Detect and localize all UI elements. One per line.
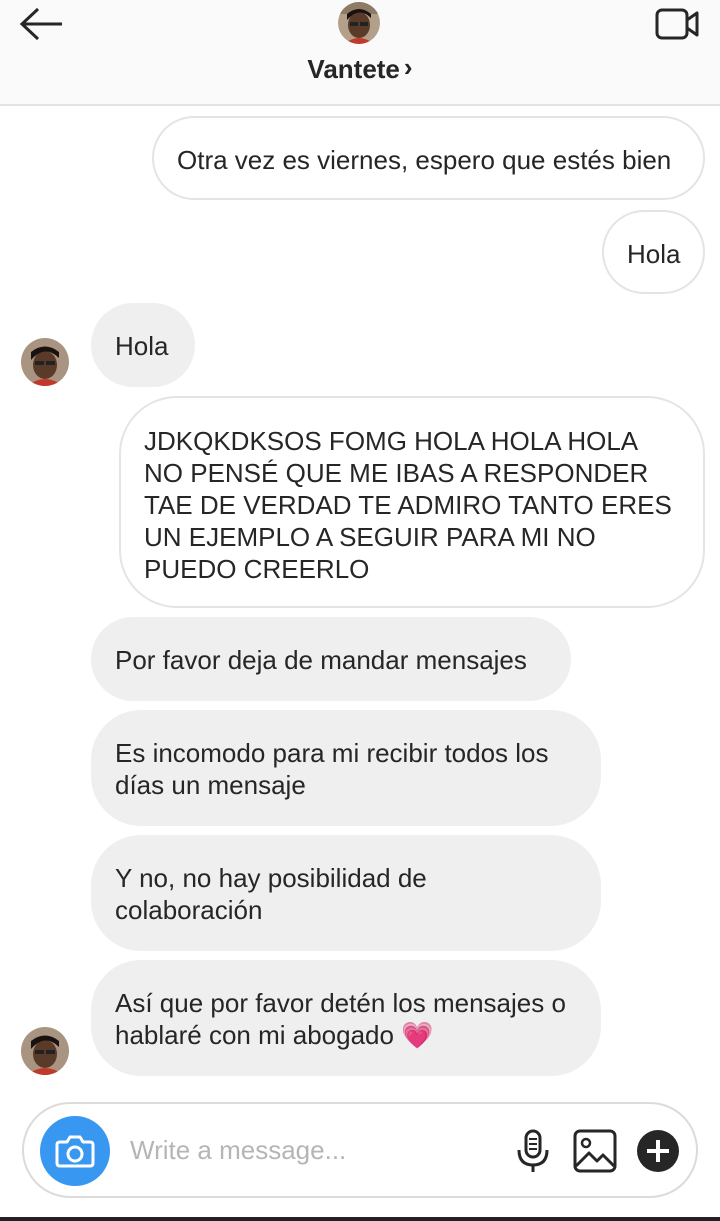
contact-name-button[interactable]: Vantete › — [0, 52, 720, 85]
contact-avatar-small[interactable] — [21, 338, 69, 386]
avatar-image — [21, 1027, 69, 1075]
message-bubble-received[interactable]: Y no, no hay posibilidad de colaboración — [91, 835, 601, 951]
gallery-button[interactable] — [572, 1128, 618, 1174]
contact-name: Vantete — [307, 54, 400, 84]
avatar-image — [21, 338, 69, 386]
plus-icon — [637, 1130, 679, 1172]
message-text: Es incomodo para mi recibir todos los dí… — [115, 738, 549, 800]
video-camera-icon — [655, 8, 699, 40]
microphone-icon — [517, 1129, 549, 1172]
message-bubble-received[interactable]: Por favor deja de mandar mensajes — [91, 617, 571, 701]
message-input[interactable] — [130, 1130, 500, 1170]
contact-avatar-small[interactable] — [21, 1027, 69, 1075]
arrow-left-icon — [19, 7, 62, 41]
message-bubble-sent[interactable]: Otra vez es viernes, espero que estés bi… — [152, 116, 705, 200]
message-text: Hola — [627, 239, 681, 269]
message-text: JDKQKDKSOS FOMG HOLA HOLA HOLA NO PENSÉ … — [144, 426, 672, 584]
message-bubble-sent[interactable]: Hola — [602, 210, 705, 294]
pink-heart-emoji: 💗 — [401, 1020, 434, 1050]
message-bubble-received[interactable]: Es incomodo para mi recibir todos los dí… — [91, 710, 601, 826]
message-text: Por favor deja de mandar mensajes — [115, 645, 527, 675]
bottom-divider — [0, 1217, 720, 1221]
video-call-button[interactable] — [654, 6, 700, 42]
message-bubble-received[interactable]: Hola — [91, 303, 195, 387]
camera-icon — [55, 1135, 95, 1168]
avatar-image — [338, 2, 380, 44]
message-text: Otra vez es viernes, espero que estés bi… — [177, 145, 672, 175]
message-bubble-received[interactable]: Así que por favor detén los mensajes o h… — [91, 960, 601, 1076]
message-text: Y no, no hay posibilidad de colaboración — [115, 863, 427, 925]
message-composer — [22, 1102, 698, 1198]
message-text: Así que por favor detén los mensajes o h… — [115, 988, 566, 1050]
voice-message-button[interactable] — [514, 1128, 552, 1176]
back-button[interactable] — [18, 4, 66, 44]
chevron-right-icon: › — [403, 52, 413, 82]
message-text: Hola — [115, 331, 169, 361]
message-bubble-sent[interactable]: JDKQKDKSOS FOMG HOLA HOLA HOLA NO PENSÉ … — [119, 396, 705, 608]
camera-button[interactable] — [40, 1116, 110, 1186]
more-options-button[interactable] — [636, 1129, 680, 1173]
chat-header: Vantete › — [0, 0, 720, 106]
gallery-icon — [573, 1129, 617, 1173]
contact-avatar[interactable] — [338, 2, 380, 44]
